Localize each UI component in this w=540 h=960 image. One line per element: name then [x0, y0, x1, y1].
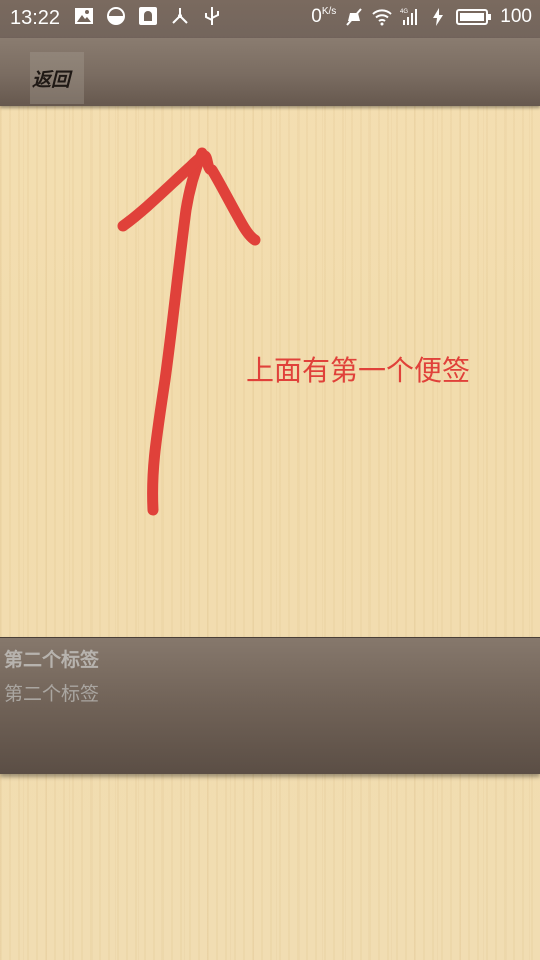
note-card[interactable]: 第二个标签 第二个标签: [0, 637, 540, 774]
usb-icon: [205, 7, 219, 25]
mute-icon: [346, 8, 363, 26]
usb-share-icon: [172, 8, 188, 24]
app-bar: 返回: [0, 38, 540, 106]
notification-icon: [139, 7, 157, 25]
net-speed: 0K/s: [311, 6, 337, 27]
annotation-text: 上面有第一个便签: [246, 354, 471, 387]
status-notification-icons: [74, 6, 222, 26]
charging-icon: [433, 8, 444, 26]
status-bar: 13:22 0K/s 4G 100: [0, 0, 540, 38]
signal-4g-icon: 4G: [400, 9, 418, 25]
note-title: 第二个标签: [4, 649, 100, 671]
note-body: 第二个标签: [4, 683, 100, 705]
annotation-arrow: [117, 147, 261, 516]
image-icon: [75, 8, 93, 24]
back-button[interactable]: 返回: [30, 52, 84, 104]
svg-text:4G: 4G: [400, 9, 408, 15]
status-time: 13:22: [10, 7, 61, 29]
contrast-icon: [107, 7, 125, 25]
battery-level: 100: [500, 6, 532, 27]
battery-icon: [456, 9, 492, 25]
status-system-icons: 0K/s 4G 100: [311, 6, 532, 28]
wifi-icon: [372, 9, 392, 26]
